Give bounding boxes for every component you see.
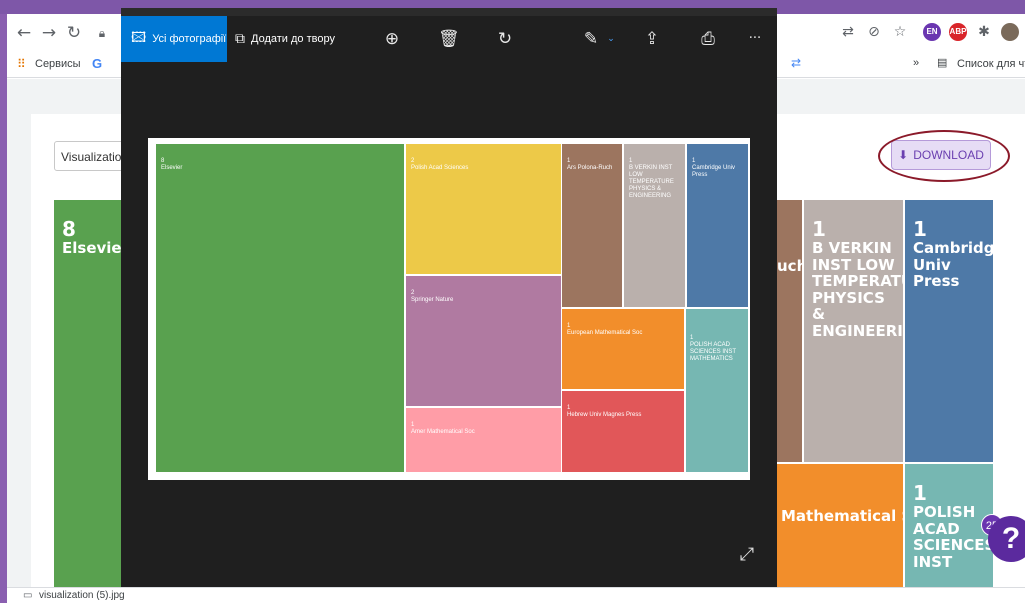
zoom-in-icon[interactable]: ⊕: [382, 29, 402, 49]
treemap-cell-label: B VERKIN INST LOW TEMPERATURE PHYSICS & …: [629, 165, 674, 199]
treemap-cell-count: 1: [629, 158, 633, 164]
apps-grid-icon[interactable]: ⠿: [17, 57, 26, 71]
bg-treemap-cell: Mathematical Soc: [777, 464, 903, 587]
bookmarks-overflow-icon[interactable]: »: [913, 57, 919, 69]
download-shelf: ▭ visualization (5).jpg: [7, 587, 1025, 603]
forward-arrow-icon[interactable]: →: [38, 22, 60, 44]
back-arrow-icon[interactable]: ←: [13, 22, 35, 44]
treemap-cell-label: Elsevier: [161, 165, 183, 171]
extensions-puzzle-icon[interactable]: ✱: [975, 23, 993, 41]
all-photos-button[interactable]: 🖾︎ Усі фотографії: [121, 16, 227, 62]
add-creation-icon: ⧉: [235, 31, 245, 47]
tracking-off-icon[interactable]: ⊘: [865, 23, 883, 41]
treemap-cell: 1 Hebrew Univ Magnes Press: [562, 391, 684, 472]
treemap-cell-label: European Mathematical Soc: [567, 330, 643, 336]
displayed-photo: 8 Elsevier 2 Polish Acad Sciences 2 Springer …: [148, 138, 750, 480]
all-photos-label: Усі фотографії: [152, 33, 227, 45]
delete-icon[interactable]: 🗑︎: [438, 29, 460, 49]
translate-icon[interactable]: ⇄: [839, 23, 857, 41]
bookmark-services[interactable]: Сервисы: [35, 58, 81, 70]
treemap-cell-label: Hebrew Univ Magnes Press: [567, 412, 642, 418]
treemap-cell-label: POLISH ACAD SCIENCES INST MATHEMATICS: [690, 342, 736, 362]
treemap-cell-count: 1: [567, 405, 571, 411]
treemap-cell-count: 1: [692, 158, 696, 164]
bg-treemap-cell: 1 Cambridge Univ Press: [905, 200, 993, 462]
download-highlight-ellipse: [878, 130, 1010, 182]
more-icon[interactable]: ···: [745, 29, 765, 49]
share-icon[interactable]: ⇪: [642, 29, 662, 49]
treemap-cell: 1B VERKIN INST LOW TEMPERATURE PHYSICS &…: [624, 144, 685, 307]
edit-icon[interactable]: ✎: [581, 29, 601, 49]
treemap-cell: 8 Elsevier: [156, 144, 404, 472]
treemap-cell: 1 European Mathematical Soc: [562, 309, 684, 389]
treemap-cell-count: 8: [161, 158, 165, 164]
treemap-cell-label: Polish Acad Sciences: [411, 165, 469, 171]
translate-bookmark-icon[interactable]: ⇄: [791, 56, 801, 70]
viewer-toolbar: 🖾︎ Усі фотографії ⧉ Додати до твору ⊕ 🗑︎…: [121, 16, 777, 62]
treemap-cell-count: 1: [411, 422, 415, 428]
bg-treemap-cell: 1 POLISH ACAD SCIENCES INST: [905, 464, 993, 587]
treemap-cell: 1 Amer Mathematical Soc: [406, 408, 561, 472]
bookmark-star-icon[interactable]: ☆: [891, 23, 909, 41]
fullscreen-expand-icon[interactable]: ⤢: [735, 543, 759, 567]
bg-treemap-cell: 1 B VERKIN INST LOW TEMPERATUR PHYSICS &…: [804, 200, 903, 462]
treemap-cell-label: Amer Mathematical Soc: [411, 429, 475, 435]
reading-list-link[interactable]: Список для чте: [957, 58, 1025, 70]
viewer-title-strip: [121, 8, 777, 16]
treemap-cell: 2 Polish Acad Sciences: [406, 144, 561, 274]
bg-treemap-cell: 8 Elsevier: [54, 200, 122, 587]
file-icon: ▭: [23, 590, 33, 601]
reading-list-icon[interactable]: ▤: [937, 56, 947, 69]
download-file-name[interactable]: visualization (5).jpg: [39, 590, 125, 601]
profile-avatar[interactable]: [1001, 23, 1019, 41]
google-icon[interactable]: G: [92, 56, 102, 71]
treemap-cell-count: 2: [411, 290, 415, 296]
photos-viewer-window: 🖾︎ Усі фотографії ⧉ Додати до твору ⊕ 🗑︎…: [121, 8, 777, 587]
photo-icon: 🖾︎: [131, 30, 147, 46]
treemap-cell: 1 Cambridge Univ Press: [687, 144, 748, 307]
treemap-cell-label: Cambridge Univ Press: [692, 165, 736, 178]
edit-dropdown-chevron-icon[interactable]: ⌄: [601, 29, 621, 49]
treemap-cell-count: 1: [690, 335, 694, 341]
reload-icon[interactable]: ↻: [63, 22, 85, 44]
print-icon[interactable]: ⎙: [698, 29, 718, 49]
add-to-creation-button[interactable]: ⧉ Додати до твору: [235, 16, 355, 62]
add-to-creation-label: Додати до твору: [251, 33, 335, 45]
treemap-cell-label: Ars Polona-Ruch: [567, 165, 613, 171]
lock-icon[interactable]: 🔒︎: [91, 22, 113, 44]
extension-en-icon[interactable]: EN: [923, 23, 941, 41]
bg-treemap-cell: uch: [777, 200, 802, 462]
treemap-cell: 1 Ars Polona-Ruch: [562, 144, 622, 307]
extension-abp-icon[interactable]: ABP: [949, 23, 967, 41]
treemap-cell-count: 1: [567, 323, 571, 329]
treemap-cell-count: 2: [411, 158, 415, 164]
treemap-cell: 1 POLISH ACAD SCIENCES INST MATHEMATICS: [686, 309, 748, 472]
rotate-icon[interactable]: ↻: [495, 29, 515, 49]
treemap-chart: 8 Elsevier 2 Polish Acad Sciences 2 Springer …: [156, 144, 748, 474]
treemap-cell-count: 1: [567, 158, 571, 164]
treemap-cell-label: Springer Nature: [411, 297, 454, 303]
treemap-cell: 2 Springer Nature: [406, 276, 561, 406]
